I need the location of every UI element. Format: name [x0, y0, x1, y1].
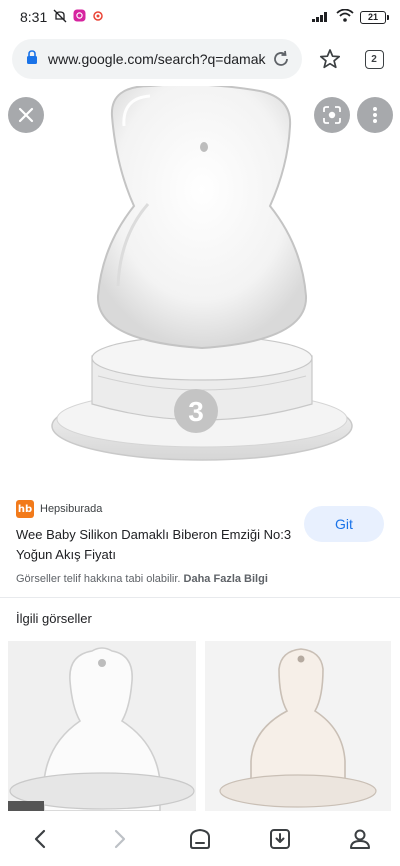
- home-icon: [190, 828, 210, 849]
- chevron-right-icon: [114, 829, 126, 849]
- bookmark-star-button[interactable]: [314, 41, 346, 77]
- related-image-1[interactable]: [8, 641, 196, 811]
- home-button[interactable]: [180, 819, 220, 859]
- instagram-icon: [73, 9, 86, 25]
- section-divider: [0, 597, 400, 598]
- lens-icon: [323, 106, 341, 124]
- more-options-button[interactable]: [357, 97, 393, 133]
- wifi-icon: [336, 8, 354, 25]
- thumbnail-image: [8, 641, 196, 811]
- lens-search-button[interactable]: [314, 97, 350, 133]
- downloads-button[interactable]: [260, 819, 300, 859]
- related-images-heading: İlgili görseller: [16, 611, 92, 626]
- profile-icon: [350, 829, 370, 849]
- back-button[interactable]: [20, 819, 60, 859]
- product-image: 3: [51, 86, 353, 461]
- visit-button[interactable]: Git: [304, 506, 384, 542]
- hepsiburada-logo: hb: [16, 500, 34, 518]
- result-info: hb Hepsiburada Wee Baby Silikon Damaklı …: [16, 500, 388, 585]
- browser-toolbar: www.google.com/search?q=damak 2: [0, 37, 400, 81]
- lock-icon: [26, 49, 38, 69]
- url-text: www.google.com/search?q=damak: [48, 51, 266, 67]
- source-name: Hepsiburada: [40, 503, 103, 515]
- result-title[interactable]: Wee Baby Silikon Damaklı Biberon Emziği …: [16, 525, 302, 565]
- star-icon: [319, 49, 341, 69]
- status-bar: 8:31 21: [0, 0, 400, 34]
- status-time: 8:31: [20, 9, 48, 25]
- reload-icon[interactable]: [270, 48, 292, 70]
- download-icon: [270, 829, 290, 849]
- forward-button[interactable]: [100, 819, 140, 859]
- image-viewer[interactable]: 3: [0, 86, 400, 488]
- chevron-left-icon: [34, 829, 46, 849]
- bottom-navigation: [0, 812, 400, 866]
- profile-button[interactable]: [340, 819, 380, 859]
- battery-indicator: 21: [360, 10, 389, 24]
- address-bar[interactable]: www.google.com/search?q=damak: [12, 39, 302, 79]
- nipple-number: 3: [188, 396, 204, 427]
- more-vert-icon: [373, 107, 377, 123]
- related-image-2[interactable]: [205, 641, 391, 811]
- notification-icon: [92, 9, 104, 25]
- tab-count: 2: [364, 49, 384, 69]
- signal-icon: [312, 9, 330, 25]
- close-icon: [18, 107, 34, 123]
- mute-icon: [53, 9, 67, 26]
- copyright-notice: Görseller telif hakkına tabi olabilir. D…: [16, 573, 388, 585]
- thumbnail-image: [205, 641, 391, 811]
- close-viewer-button[interactable]: [8, 97, 44, 133]
- tab-switcher-button[interactable]: 2: [358, 41, 390, 77]
- learn-more-link[interactable]: Daha Fazla Bilgi: [184, 573, 268, 585]
- copyright-text: Görseller telif hakkına tabi olabilir.: [16, 573, 181, 585]
